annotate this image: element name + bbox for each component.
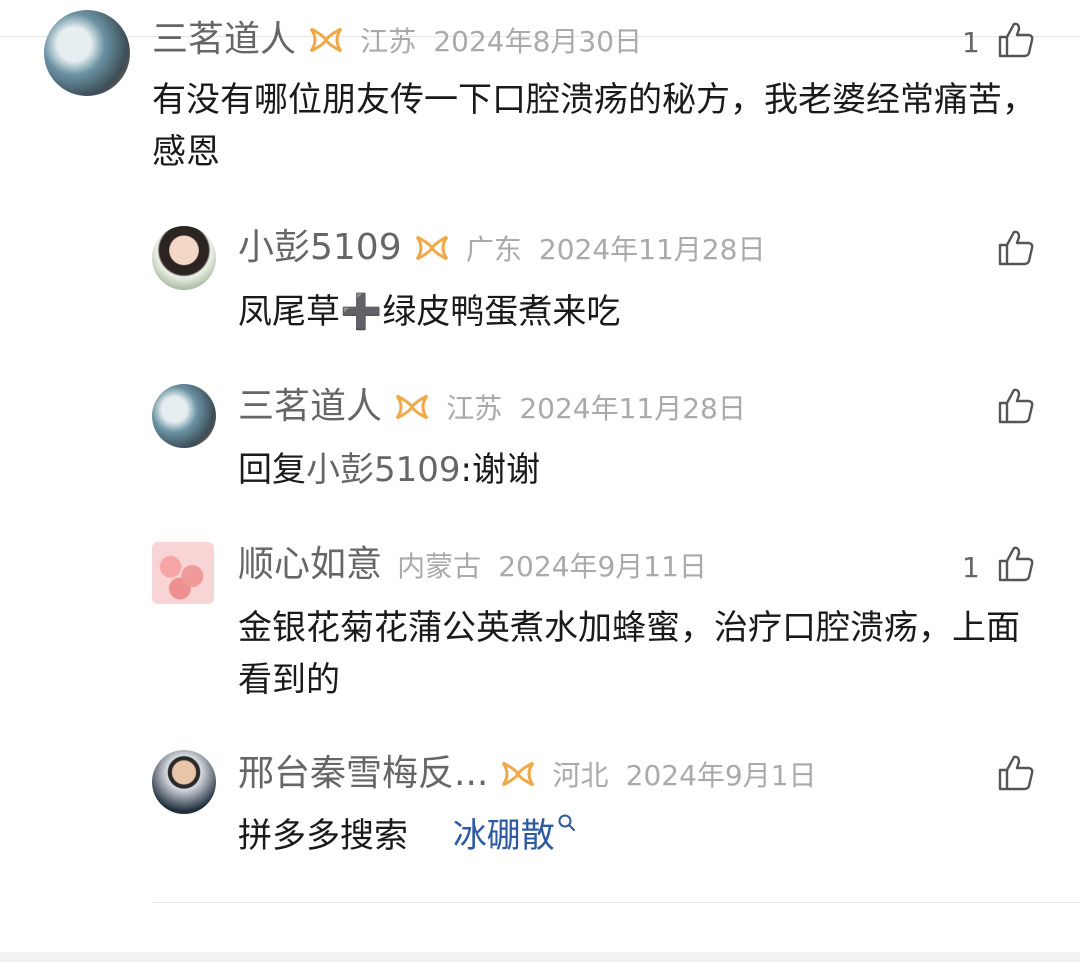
avatar[interactable] bbox=[152, 750, 216, 814]
thumbs-up-icon[interactable] bbox=[996, 753, 1036, 793]
thumbs-up-icon[interactable] bbox=[996, 386, 1036, 426]
username[interactable]: 顺心如意 bbox=[238, 544, 382, 585]
divider bbox=[152, 902, 1080, 903]
avatar[interactable] bbox=[152, 226, 216, 290]
location: 广东 bbox=[465, 233, 522, 266]
reply-text: 凤尾草➕绿皮鸭蛋煮来吃 bbox=[238, 292, 621, 332]
reply-to-user[interactable]: 小彭5109 bbox=[306, 450, 461, 490]
bottom-bar bbox=[0, 952, 1080, 962]
reply-body: :谢谢 bbox=[460, 450, 540, 490]
date: 2024年11月28日 bbox=[538, 233, 766, 266]
location: 河北 bbox=[552, 759, 609, 792]
comment-header: 三茗道人 江苏 2024年8月30日 bbox=[152, 16, 642, 64]
location: 江苏 bbox=[446, 392, 503, 425]
thumbs-up-icon[interactable] bbox=[996, 20, 1036, 60]
date: 2024年9月11日 bbox=[498, 550, 707, 583]
username[interactable]: 邢台秦雪梅反... bbox=[238, 753, 488, 794]
vip-badge-icon bbox=[309, 27, 343, 53]
reply-text: 回复小彭5109:谢谢 bbox=[238, 444, 1018, 496]
like-count: 1 bbox=[962, 551, 980, 584]
avatar[interactable] bbox=[152, 384, 216, 448]
location: 内蒙古 bbox=[397, 550, 482, 583]
username[interactable]: 三茗道人 bbox=[238, 386, 382, 427]
reply-header: 小彭5109 广东 2024年11月28日 bbox=[238, 224, 765, 272]
search-link[interactable]: 冰硼散 bbox=[453, 813, 577, 856]
date: 2024年11月28日 bbox=[519, 392, 746, 425]
reply-body: 拼多多搜索 bbox=[238, 816, 408, 856]
avatar[interactable] bbox=[44, 10, 130, 96]
avatar[interactable] bbox=[152, 542, 214, 604]
vip-badge-icon bbox=[415, 235, 448, 261]
thumbs-up-icon[interactable] bbox=[996, 544, 1036, 584]
username[interactable]: 三茗道人 bbox=[152, 19, 296, 60]
reply-header: 邢台秦雪梅反... 河北 2024年9月1日 bbox=[238, 750, 817, 798]
reply-text: 拼多多搜索 冰硼散 bbox=[238, 810, 1018, 862]
reply-text: 金银花菊花蒲公英煮水加蜂蜜，治疗口腔溃疡，上面看到的 bbox=[238, 608, 1020, 700]
comment-text: 有没有哪位朋友传一下口腔溃疡的秘方，我老婆经常痛苦，感恩 bbox=[152, 80, 1036, 172]
username[interactable]: 小彭5109 bbox=[238, 227, 402, 268]
location: 江苏 bbox=[360, 25, 417, 58]
date: 2024年9月1日 bbox=[625, 759, 817, 792]
like-count: 1 bbox=[962, 26, 980, 59]
reply-header: 顺心如意 内蒙古 2024年9月11日 bbox=[238, 541, 707, 589]
search-link-label[interactable]: 冰硼散 bbox=[453, 816, 555, 856]
search-icon[interactable] bbox=[557, 813, 577, 833]
date: 2024年8月30日 bbox=[433, 25, 643, 58]
reply-prefix: 回复 bbox=[238, 450, 306, 490]
vip-badge-icon bbox=[502, 761, 535, 787]
vip-badge-icon bbox=[395, 394, 429, 420]
thumbs-up-icon[interactable] bbox=[996, 228, 1036, 268]
reply-header: 三茗道人 江苏 2024年11月28日 bbox=[238, 383, 746, 431]
